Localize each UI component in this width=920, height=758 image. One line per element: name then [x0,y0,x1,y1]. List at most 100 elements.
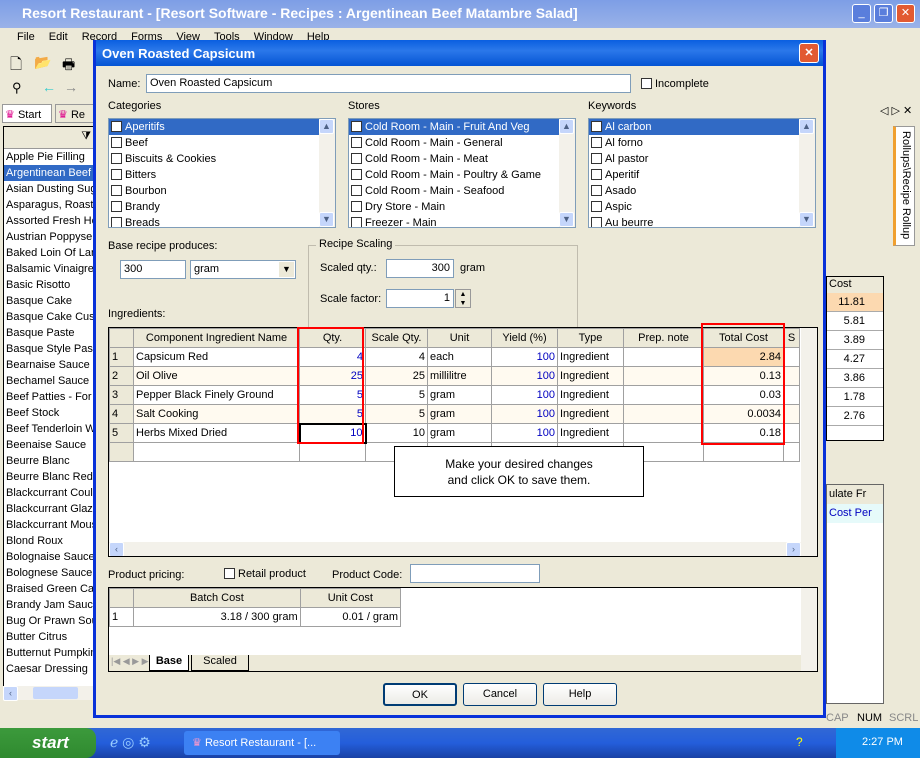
list-item[interactable]: Breads [109,215,335,227]
unit-cell[interactable]: gram [427,385,492,405]
tab-scaled[interactable]: Scaled [191,655,249,671]
base-qty-input[interactable]: 300 [120,260,186,279]
checkbox-icon[interactable] [111,201,122,212]
ingredient-row[interactable]: 3 Pepper Black Finely Ground 5 5 gram 100 Ingr… [109,385,800,405]
sqty-cell[interactable]: 5 [365,404,428,424]
name-input[interactable]: Oven Roasted Capsicum [146,74,631,93]
checkbox-icon[interactable] [111,121,122,132]
list-item[interactable]: Cold Room - Main - Fruit And Veg [349,119,575,135]
empty-cell[interactable] [703,442,784,462]
scroll-up-button[interactable]: ▲ [319,119,334,134]
list-item[interactable]: Bearnaise Sauce [4,357,94,373]
scroll-down-button[interactable]: ▼ [799,212,814,227]
checkbox-icon[interactable] [591,153,602,164]
list-item[interactable]: Blackcurrant Couli [4,485,94,501]
list-item[interactable]: Blond Roux [4,533,94,549]
list-item[interactable]: Cold Room - Main - General [349,135,575,151]
scroll-right-button[interactable]: › [786,542,801,556]
taskbar-task-resort[interactable]: ♛ Resort Restaurant - [... [184,731,340,755]
name-cell[interactable]: Capsicum Red [133,347,300,367]
list-item[interactable]: Balsamic Vinaigret [4,261,94,277]
scroll-thumb[interactable] [33,687,78,699]
list-item[interactable]: Freezer - Main [349,215,575,227]
name-cell[interactable]: Salt Cooking [133,404,300,424]
empty-cell[interactable] [299,442,366,462]
list-item[interactable]: Cold Room - Main - Meat [349,151,575,167]
checkbox-icon[interactable] [591,121,602,132]
note-cell[interactable] [623,366,704,386]
checkbox-icon[interactable] [111,217,122,227]
list-item[interactable]: Beenaise Sauce [4,437,94,453]
menu-edit[interactable]: Edit [42,28,75,46]
stores-list[interactable]: Cold Room - Main - Fruit And Veg Cold Roo… [348,118,576,228]
stores-scrollbar[interactable]: ▲ ▼ [559,119,575,227]
print-icon[interactable]: 🖶 [62,54,75,78]
list-item[interactable]: Blackcurrant Mous [4,517,94,533]
list-item[interactable]: Asparagus, Roast [4,197,94,213]
pricing-row[interactable]: 1 3.18 / 300 gram 0.01 / gram [109,607,402,627]
list-item[interactable]: Aspic [589,199,815,215]
unit-cell[interactable]: each [427,347,492,367]
note-cell[interactable] [623,385,704,405]
list-item[interactable]: Basque Cake Cus [4,309,94,325]
list-item[interactable]: Basque Style Past [4,341,94,357]
help-button[interactable]: Help [543,683,617,706]
list-item[interactable]: Dry Store - Main [349,199,575,215]
checkbox-icon[interactable] [111,185,122,196]
list-item[interactable]: Al carbon [589,119,815,135]
list-item[interactable]: Bug Or Prawn Sou [4,613,94,629]
list-item[interactable]: Bechamel Sauce [4,373,94,389]
yield-cell[interactable]: 100 [491,347,558,367]
close-app-button[interactable]: ✕ [896,4,915,23]
column-header[interactable]: Component Ingredient Name [133,328,300,348]
scale-factor-input[interactable]: 1 [386,289,454,308]
scroll-up-button[interactable]: ▲ [559,119,574,134]
back-arrow-icon[interactable]: ← [42,79,56,95]
name-cell[interactable]: Pepper Black Finely Ground [133,385,300,405]
sqty-cell[interactable]: 10 [365,423,428,443]
checkbox-icon[interactable] [351,153,362,164]
ingredient-row[interactable]: 4 Salt Cooking 5 5 gram 100 Ingredient 0.0034 [109,404,800,424]
help-tray-icon[interactable]: ? [796,735,803,749]
incomplete-checkbox[interactable]: Incomplete [641,78,709,90]
binoculars-icon[interactable]: ⚲ [12,80,22,96]
restore-button[interactable]: ❐ [874,4,893,23]
sqty-cell[interactable]: 25 [365,366,428,386]
keywords-scrollbar[interactable]: ▲ ▼ [799,119,815,227]
checkbox-icon[interactable] [591,169,602,180]
sqty-cell[interactable]: 5 [365,385,428,405]
yield-cell[interactable]: 100 [491,404,558,424]
list-item[interactable]: Brandy [109,199,335,215]
ingredient-row[interactable]: 2 Oil Olive 25 25 millilitre 100 Ingredient 0.1… [109,366,800,386]
start-button[interactable]: start [0,728,96,758]
unit-cell[interactable]: gram [427,404,492,424]
base-unit-select[interactable]: gram ▼ [190,260,296,279]
type-cell[interactable]: Ingredient [557,423,624,443]
list-item[interactable]: Beef [109,135,335,151]
list-item[interactable]: Bitters [109,167,335,183]
checkbox-icon[interactable] [351,185,362,196]
list-item[interactable]: Basic Risotto [4,277,94,293]
list-item[interactable]: Baked Loin Of Lar [4,245,94,261]
list-item[interactable]: Argentinean Beef [4,165,94,181]
checkbox-icon[interactable] [351,217,362,227]
checkbox-icon[interactable] [111,169,122,180]
list-item[interactable]: Cold Room - Main - Seafood [349,183,575,199]
dropdown-arrow-icon[interactable]: ▼ [279,262,294,277]
list-item[interactable]: Bourbon [109,183,335,199]
list-item[interactable]: Bolognaise Sauce [4,549,94,565]
categories-scrollbar[interactable]: ▲ ▼ [319,119,335,227]
list-item[interactable]: Beef Stock [4,405,94,421]
minimize-button[interactable]: _ [852,4,871,23]
scaled-qty-input[interactable]: 300 [386,259,454,278]
type-cell[interactable]: Ingredient [557,385,624,405]
yield-cell[interactable]: 100 [491,385,558,405]
filter-icon[interactable]: ⧩ [4,127,94,149]
yield-cell[interactable]: 100 [491,366,558,386]
list-item[interactable]: Asado [589,183,815,199]
checkbox-icon[interactable] [111,137,122,148]
ok-button[interactable]: OK [383,683,457,706]
list-item[interactable]: Aperitifs [109,119,335,135]
checkbox-icon[interactable] [351,201,362,212]
list-item[interactable]: Beef Tenderloin W [4,421,94,437]
